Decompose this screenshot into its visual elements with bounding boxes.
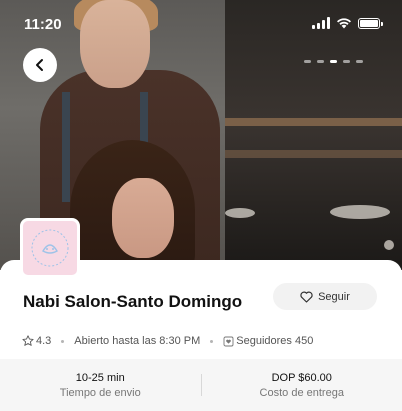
carousel-dot[interactable] (317, 60, 324, 63)
carousel-dot[interactable] (304, 60, 311, 63)
carousel-indicator (304, 60, 363, 63)
delivery-time: 10-25 min Tiempo de envio (0, 372, 201, 399)
delivery-cost: DOP $60.00 Costo de entrega (202, 372, 402, 399)
delivery-time-value: 10-25 min (75, 371, 125, 384)
store-name: Nabi Salon-Santo Domingo (23, 292, 243, 311)
meta-separator (210, 339, 214, 343)
store-logo (20, 218, 80, 278)
follow-button[interactable]: Seguir (273, 283, 377, 310)
meta-separator (61, 339, 65, 343)
wifi-icon (337, 18, 351, 29)
cellular-signal-icon (312, 17, 330, 29)
salon-logo-icon (31, 229, 69, 267)
delivery-cost-value: DOP $60.00 (271, 371, 332, 384)
store-hours: Abierto hasta las 8:30 PM (74, 335, 201, 347)
chevron-left-icon (36, 59, 43, 71)
store-rating: 4.3 (36, 335, 52, 347)
follow-label: Seguir (318, 290, 350, 303)
store-meta: 4.3 Abierto hasta las 8:30 PM Seguidores… (22, 335, 313, 347)
followers-icon (223, 336, 234, 347)
status-time: 11:20 (24, 16, 62, 33)
store-followers: Seguidores 450 (236, 335, 314, 347)
carousel-dot[interactable] (356, 60, 363, 63)
carousel-dot[interactable] (343, 60, 350, 63)
delivery-info: 10-25 min Tiempo de envio DOP $60.00 Cos… (0, 359, 402, 411)
delivery-cost-label: Costo de entrega (259, 386, 344, 399)
battery-icon (358, 17, 383, 29)
heart-icon (300, 291, 313, 303)
star-icon (22, 335, 34, 347)
status-bar: 11:20 (0, 0, 402, 48)
back-button[interactable] (23, 48, 57, 82)
carousel-dot-active[interactable] (330, 60, 337, 63)
delivery-time-label: Tiempo de envio (59, 386, 141, 399)
